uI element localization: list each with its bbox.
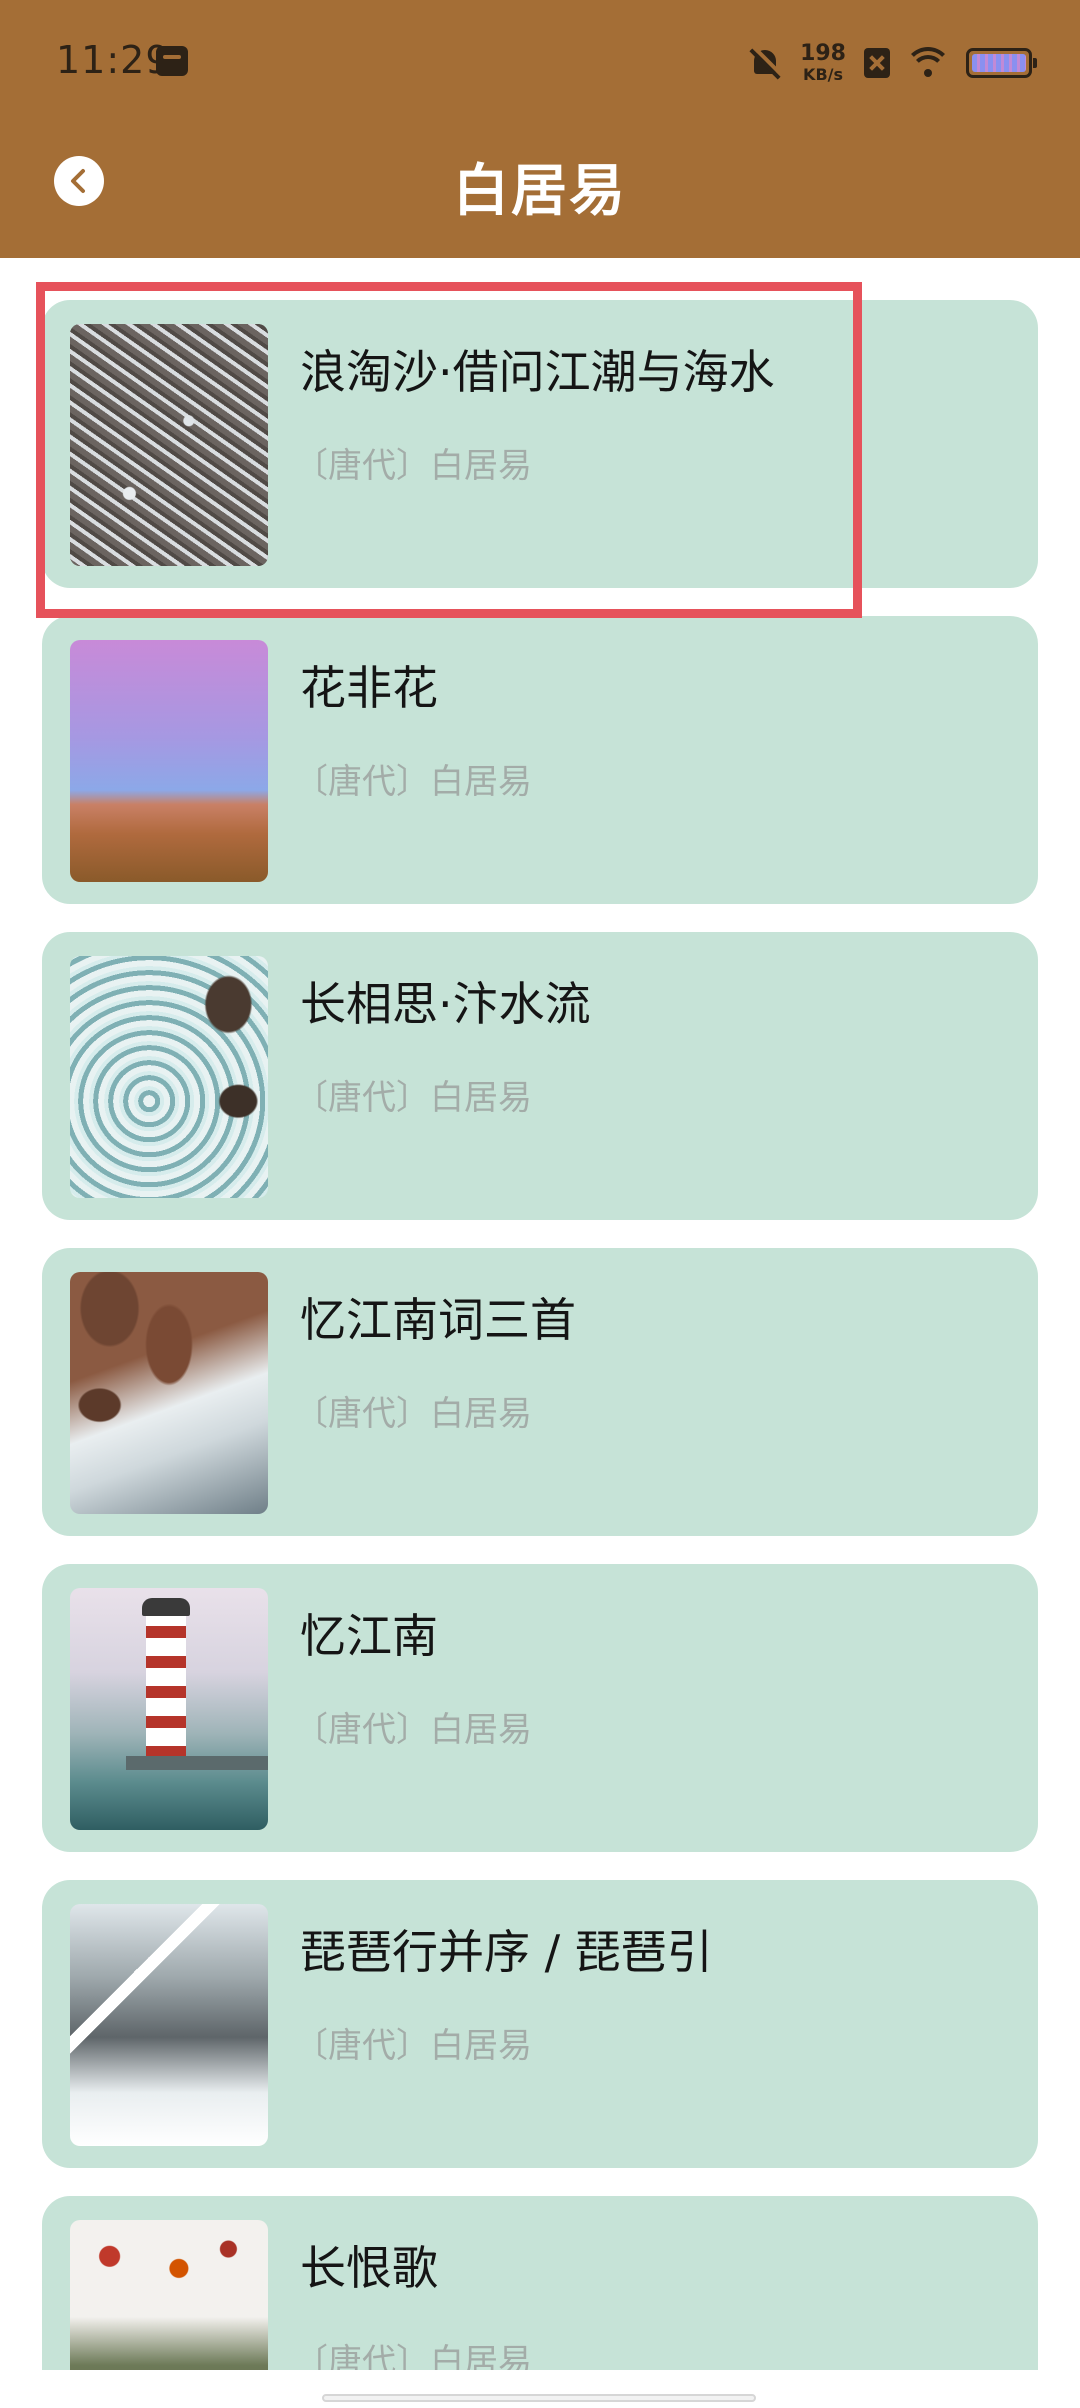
poem-dynasty: 〔唐代〕 xyxy=(294,446,430,486)
poem-author: 白居易 xyxy=(430,1710,532,1750)
poem-dynasty: 〔唐代〕 xyxy=(294,762,430,802)
poem-dynasty: 〔唐代〕 xyxy=(294,2342,430,2370)
poem-author: 白居易 xyxy=(430,2026,532,2066)
battery-icon xyxy=(966,48,1037,78)
poem-author: 白居易 xyxy=(430,762,532,802)
status-icons: 198 KB/s xyxy=(748,36,1037,90)
poem-meta: 〔唐代〕白居易 xyxy=(294,2334,532,2370)
poem-title: 琵琶行并序 / 琵琶引 xyxy=(300,1925,713,1979)
poem-dynasty: 〔唐代〕 xyxy=(294,1078,430,1118)
notification-app-icon xyxy=(156,46,188,76)
mute-icon xyxy=(748,46,782,80)
network-speed-unit: KB/s xyxy=(803,65,844,84)
poem-meta: 〔唐代〕白居易 xyxy=(294,1386,532,1435)
poem-thumbnail xyxy=(70,1272,268,1514)
poem-card[interactable]: 忆江南词三首 〔唐代〕白居易 xyxy=(42,1248,1038,1536)
poem-author: 白居易 xyxy=(430,1078,532,1118)
poem-thumbnail xyxy=(70,2220,268,2370)
poem-title: 忆江南 xyxy=(300,1609,438,1663)
poem-card[interactable]: 花非花 〔唐代〕白居易 xyxy=(42,616,1038,904)
poem-thumbnail xyxy=(70,956,268,1198)
poem-thumbnail xyxy=(70,324,268,566)
poem-thumbnail xyxy=(70,1588,268,1830)
status-bar: 11:29 198 KB/s xyxy=(0,0,1080,126)
poem-thumbnail xyxy=(70,1904,268,2146)
poem-meta: 〔唐代〕白居易 xyxy=(294,2018,532,2067)
poem-dynasty: 〔唐代〕 xyxy=(294,1394,430,1434)
poem-dynasty: 〔唐代〕 xyxy=(294,2026,430,2066)
poem-title: 忆江南词三首 xyxy=(300,1293,576,1347)
poem-meta: 〔唐代〕白居易 xyxy=(294,754,532,803)
poem-card[interactable]: 长恨歌 〔唐代〕白居易 xyxy=(42,2196,1038,2370)
wifi-icon xyxy=(908,47,948,79)
poem-thumbnail xyxy=(70,640,268,882)
poem-list[interactable]: 浪淘沙·借问江潮与海水 〔唐代〕白居易 花非花 〔唐代〕白居易 长相思·汴水流 … xyxy=(0,258,1080,2370)
poem-title: 浪淘沙·借问江潮与海水 xyxy=(300,345,775,399)
poem-title: 花非花 xyxy=(300,661,438,715)
poem-author: 白居易 xyxy=(430,1394,532,1434)
network-speed: 198 KB/s xyxy=(800,43,846,83)
navigation-bar: 白居易 xyxy=(0,126,1080,258)
poem-meta: 〔唐代〕白居易 xyxy=(294,438,532,487)
status-time: 11:29 xyxy=(56,38,171,82)
poem-card[interactable]: 琵琶行并序 / 琵琶引 〔唐代〕白居易 xyxy=(42,1880,1038,2168)
page-title: 白居易 xyxy=(453,159,627,224)
poem-title: 长恨歌 xyxy=(300,2241,438,2295)
poem-meta: 〔唐代〕白居易 xyxy=(294,1702,532,1751)
poem-meta: 〔唐代〕白居易 xyxy=(294,1070,532,1119)
network-speed-value: 198 xyxy=(800,41,846,66)
poem-title: 长相思·汴水流 xyxy=(300,977,591,1031)
home-indicator[interactable] xyxy=(322,2394,756,2402)
poem-card[interactable]: 忆江南 〔唐代〕白居易 xyxy=(42,1564,1038,1852)
poem-author: 白居易 xyxy=(430,2342,532,2370)
poem-author: 白居易 xyxy=(430,446,532,486)
poem-dynasty: 〔唐代〕 xyxy=(294,1710,430,1750)
sim-off-icon xyxy=(864,48,890,78)
app-header: 11:29 198 KB/s 白居易 xyxy=(0,0,1080,258)
poem-card[interactable]: 长相思·汴水流 〔唐代〕白居易 xyxy=(42,932,1038,1220)
poem-card[interactable]: 浪淘沙·借问江潮与海水 〔唐代〕白居易 xyxy=(42,300,1038,588)
